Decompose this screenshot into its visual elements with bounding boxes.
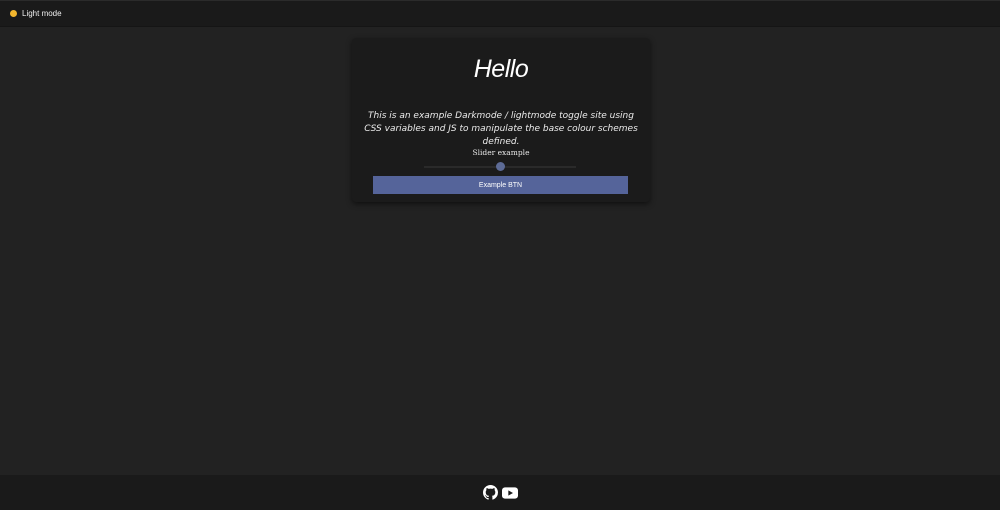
github-icon	[482, 485, 498, 500]
youtube-icon	[501, 486, 518, 499]
mode-toggle-label: Light mode	[22, 9, 62, 18]
mode-indicator-icon	[10, 10, 17, 17]
example-slider[interactable]	[424, 162, 576, 171]
hello-card: Hello This is an example Darkmode / ligh…	[352, 38, 650, 202]
card-description: This is an example Darkmode / lightmode …	[364, 111, 638, 147]
card-title: Hello	[473, 55, 529, 83]
slider-label: Slider example	[472, 148, 530, 157]
slider-thumb[interactable]	[495, 162, 505, 171]
example-button[interactable]: Example BTN	[373, 176, 628, 194]
light-mode-toggle[interactable]: Light mode	[10, 9, 62, 18]
youtube-link[interactable]	[501, 486, 518, 499]
footer	[0, 475, 1000, 510]
top-bar: Light mode	[0, 0, 1000, 27]
github-link[interactable]	[482, 485, 498, 500]
